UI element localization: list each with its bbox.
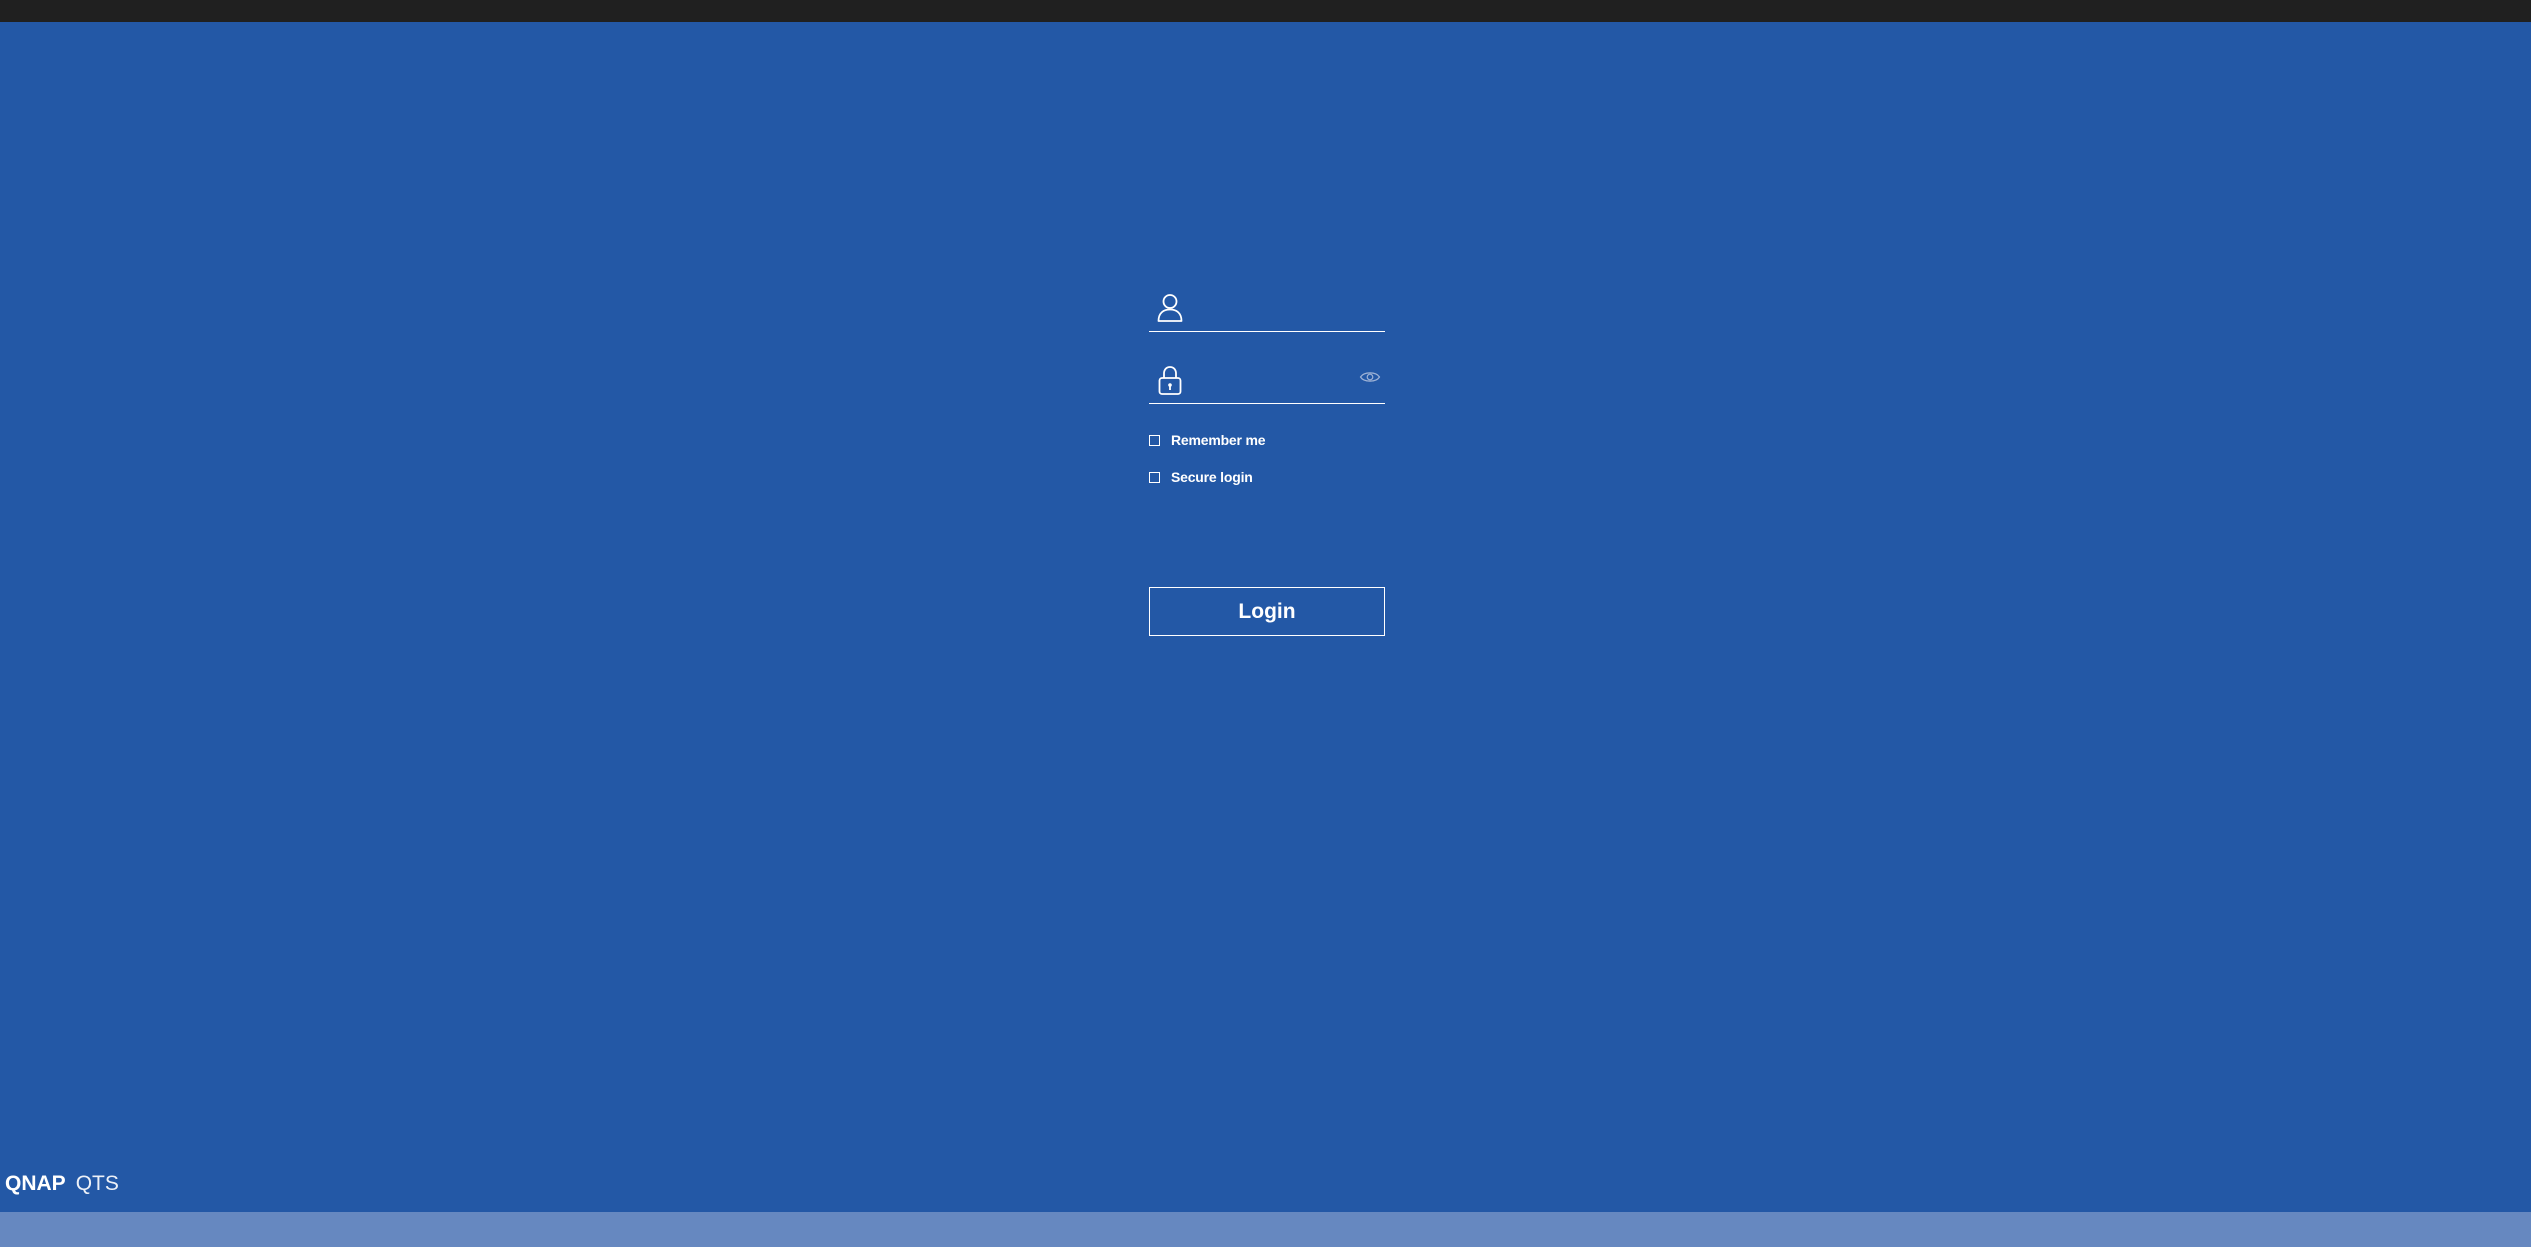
top-bar [0, 0, 2531, 22]
login-page: Remember me Secure login Login QNAP QTS [0, 0, 2531, 1247]
eye-icon[interactable] [1359, 370, 1381, 384]
password-field [1149, 352, 1385, 404]
remember-me-checkbox[interactable]: Remember me [1149, 430, 1385, 450]
remember-me-box[interactable] [1149, 434, 1160, 446]
brand-logo: QNAP QTS [5, 1172, 119, 1196]
username-field [1149, 280, 1385, 332]
bottom-bar [0, 1212, 2531, 1247]
user-icon [1155, 292, 1185, 324]
lock-icon [1155, 364, 1185, 396]
login-form: Remember me Secure login Login [1149, 280, 1385, 636]
secure-login-box[interactable] [1149, 471, 1160, 483]
login-options: Remember me Secure login [1149, 430, 1385, 487]
secure-login-label: Secure login [1171, 469, 1253, 485]
product-name: QTS [75, 1172, 119, 1195]
remember-me-label: Remember me [1171, 432, 1266, 448]
login-button[interactable]: Login [1149, 587, 1385, 636]
password-input[interactable] [1195, 362, 1349, 398]
username-input[interactable] [1195, 290, 1349, 326]
brand-name: QNAP [5, 1172, 66, 1195]
secure-login-checkbox[interactable]: Secure login [1149, 467, 1385, 487]
